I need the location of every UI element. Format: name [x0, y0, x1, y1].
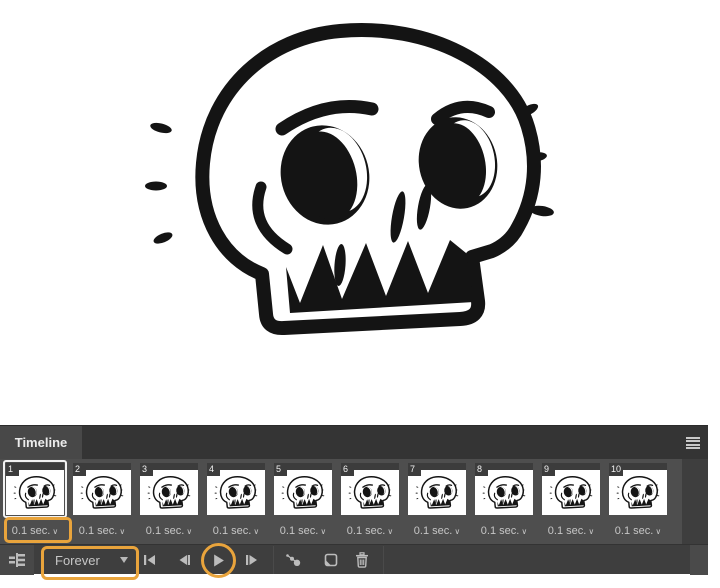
frame-thumbnail[interactable]: 10 [606, 460, 670, 518]
frame-duration-label: 0.1 sec. [615, 525, 654, 537]
frame-duration-selector[interactable]: 0.1 sec. ∨ [137, 518, 201, 544]
frame-thumbnail[interactable]: 6 [338, 460, 402, 518]
frame-number: 6 [341, 463, 354, 476]
chevron-down-icon: ∨ [387, 527, 393, 536]
skull-thumbnail-icon [214, 475, 258, 510]
frame-duration-selector[interactable]: 0.1 sec. ∨ [70, 518, 134, 544]
frame-duration-label: 0.1 sec. [12, 525, 51, 537]
chevron-down-icon: ∨ [186, 527, 192, 536]
frame-number: 9 [542, 463, 555, 476]
timeline-toolbar: Forever [0, 544, 708, 574]
frame-duration-label: 0.1 sec. [481, 525, 520, 537]
first-frame-button[interactable] [135, 545, 165, 575]
frame-duration-label: 0.1 sec. [414, 525, 453, 537]
skull-thumbnail-icon [80, 475, 124, 510]
next-frame-button[interactable] [237, 545, 267, 575]
frame-duration-selector[interactable]: 0.1 sec. ∨ [606, 518, 670, 544]
toolbar-separator [273, 546, 274, 574]
frame-thumbnail[interactable]: 2 [70, 460, 134, 518]
loop-selector[interactable]: Forever [42, 545, 138, 575]
chevron-down-icon: ∨ [320, 527, 326, 536]
panel-header: Timeline [0, 426, 708, 459]
skull-thumbnail-icon [147, 475, 191, 510]
frame-duration-selector[interactable]: 0.1 sec. ∨ [338, 518, 402, 544]
frame-thumbnail[interactable]: 5 [271, 460, 335, 518]
skull-thumbnail-icon [482, 475, 526, 510]
frame-2[interactable]: 2 0.1 sec. ∨ [70, 459, 134, 544]
frame-duration-label: 0.1 sec. [548, 525, 587, 537]
tween-frames-icon[interactable] [278, 545, 308, 575]
frame-1[interactable]: 1 0.1 sec. ∨ [3, 459, 67, 544]
frame-number: 10 [609, 463, 623, 476]
frame-duration-label: 0.1 sec. [146, 525, 185, 537]
panel-menu-icon[interactable] [686, 437, 700, 449]
frame-number: 2 [73, 463, 86, 476]
toolbar-separator [383, 546, 384, 574]
skull-thumbnail-icon [616, 475, 660, 510]
frame-number: 1 [6, 463, 19, 476]
frame-number: 8 [475, 463, 488, 476]
frame-duration-selector[interactable]: 0.1 sec. ∨ [271, 518, 335, 544]
frame-list: 1 0.1 sec. ∨ 2 0.1 sec. ∨ 3 [3, 459, 670, 544]
frame-8[interactable]: 8 0.1 sec. ∨ [472, 459, 536, 544]
delete-frame-icon[interactable] [347, 545, 377, 575]
frames-strip-empty-area [682, 459, 708, 544]
frame-number: 4 [207, 463, 220, 476]
skull-thumbnail-icon [415, 475, 459, 510]
frame-7[interactable]: 7 0.1 sec. ∨ [405, 459, 469, 544]
chevron-down-icon: ∨ [119, 527, 125, 536]
chevron-down-icon: ∨ [253, 527, 259, 536]
frame-9[interactable]: 9 0.1 sec. ∨ [539, 459, 603, 544]
chevron-down-icon: ∨ [52, 527, 58, 536]
previous-frame-button[interactable] [169, 545, 199, 575]
triangle-down-icon [120, 557, 128, 563]
skull-thumbnail-icon [549, 475, 593, 510]
frame-number: 3 [140, 463, 153, 476]
frame-duration-selector[interactable]: 0.1 sec. ∨ [405, 518, 469, 544]
frame-10[interactable]: 10 0.1 sec. ∨ [606, 459, 670, 544]
frame-thumbnail[interactable]: 1 [3, 460, 67, 518]
duplicate-frame-icon[interactable] [315, 545, 345, 575]
timeline-panel: Timeline 1 0.1 sec. ∨ 2 0.1 [0, 425, 708, 573]
skull-thumbnail-icon [281, 475, 325, 510]
play-button[interactable] [203, 545, 233, 575]
panel-title: Timeline [15, 435, 68, 450]
loop-value: Forever [55, 553, 100, 568]
frame-number: 7 [408, 463, 421, 476]
document-canvas [0, 0, 720, 425]
skull-thumbnail-icon [13, 475, 57, 510]
frame-duration-selector[interactable]: 0.1 sec. ∨ [204, 518, 268, 544]
frame-duration-label: 0.1 sec. [280, 525, 319, 537]
frame-duration-selector[interactable]: 0.1 sec. ∨ [472, 518, 536, 544]
frame-5[interactable]: 5 0.1 sec. ∨ [271, 459, 335, 544]
chevron-down-icon: ∨ [454, 527, 460, 536]
skull-artwork [140, 15, 560, 345]
frame-duration-label: 0.1 sec. [347, 525, 386, 537]
frame-duration-label: 0.1 sec. [213, 525, 252, 537]
convert-to-video-timeline-icon[interactable] [0, 545, 34, 575]
frame-3[interactable]: 3 0.1 sec. ∨ [137, 459, 201, 544]
frame-thumbnail[interactable]: 9 [539, 460, 603, 518]
skull-thumbnail-icon [348, 475, 392, 510]
frame-thumbnail[interactable]: 4 [204, 460, 268, 518]
frame-thumbnail[interactable]: 7 [405, 460, 469, 518]
frame-thumbnail[interactable]: 3 [137, 460, 201, 518]
frame-6[interactable]: 6 0.1 sec. ∨ [338, 459, 402, 544]
frame-number: 5 [274, 463, 287, 476]
frame-duration-selector[interactable]: 0.1 sec. ∨ [3, 518, 67, 544]
toolbar-corner-block [690, 545, 708, 575]
chevron-down-icon: ∨ [521, 527, 527, 536]
frame-duration-label: 0.1 sec. [79, 525, 118, 537]
frame-duration-selector[interactable]: 0.1 sec. ∨ [539, 518, 603, 544]
chevron-down-icon: ∨ [655, 527, 661, 536]
chevron-down-icon: ∨ [588, 527, 594, 536]
tab-timeline[interactable]: Timeline [0, 426, 82, 459]
frame-thumbnail[interactable]: 8 [472, 460, 536, 518]
frame-4[interactable]: 4 0.1 sec. ∨ [204, 459, 268, 544]
